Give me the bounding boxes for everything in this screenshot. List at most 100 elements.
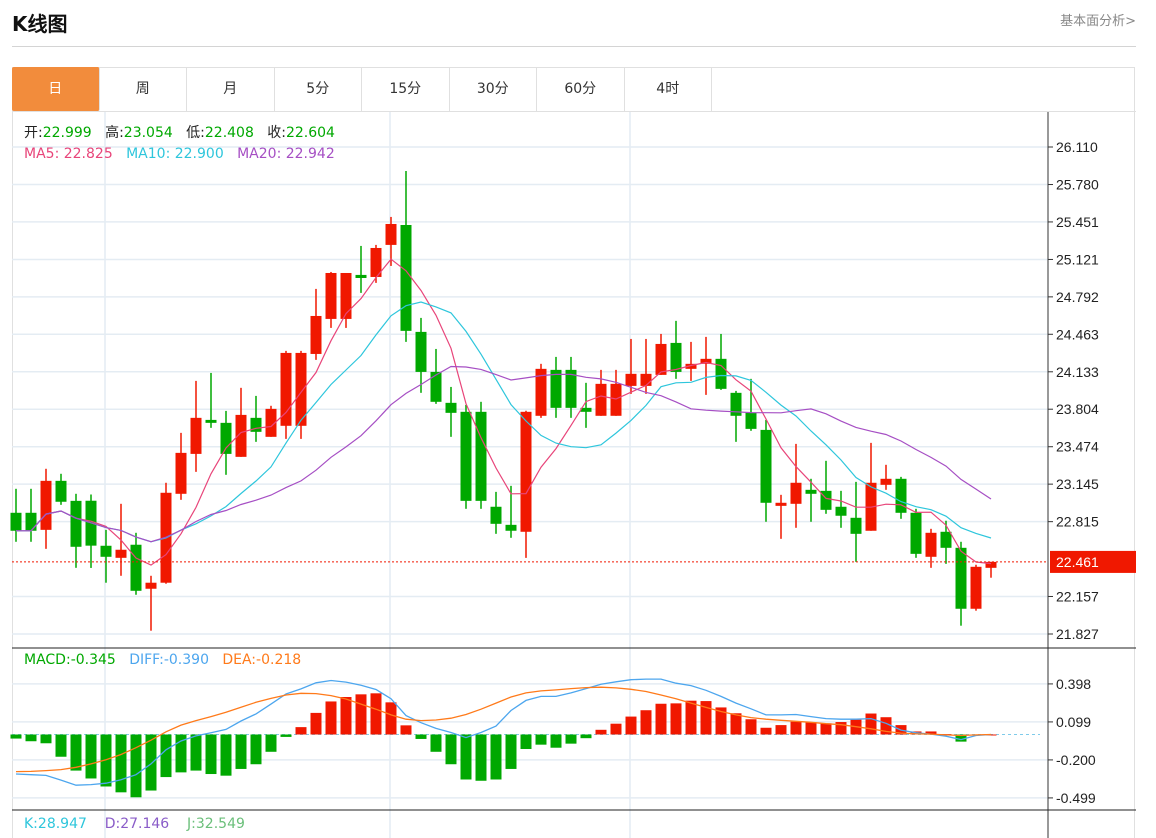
macd-bar [460, 734, 472, 780]
candle-up [970, 566, 982, 609]
macd-bar [250, 734, 262, 765]
macd-bar [595, 729, 607, 735]
candle-down [805, 489, 817, 494]
candle-down [475, 411, 487, 501]
candle-down [400, 225, 412, 331]
price-tick-label: 24.792 [1056, 289, 1099, 305]
macd-bar [640, 710, 652, 735]
macd-bar [520, 734, 532, 749]
candle-up [385, 223, 397, 245]
macd-bar [25, 734, 37, 742]
candle-up [880, 478, 892, 485]
candle-up [775, 502, 787, 506]
macd-bar [745, 719, 757, 735]
macd-bar [805, 722, 817, 735]
price-tick-label: 24.133 [1056, 364, 1099, 380]
price-tick-label: 23.145 [1056, 476, 1099, 492]
macd-bar [550, 734, 562, 748]
high-value: 23.054 [123, 125, 173, 141]
candle-down [955, 547, 967, 609]
candle-up [610, 383, 622, 416]
close-label: 收: [267, 125, 286, 141]
candle-up [280, 352, 292, 426]
candle-down [355, 274, 367, 278]
ma20-label: MA20: [237, 146, 282, 162]
macd-bar [565, 734, 577, 744]
macd-readout: MACD:-0.345 DIFF:-0.390 DEA:-0.218 [24, 652, 301, 668]
price-tick-label: 22.157 [1056, 588, 1099, 604]
candle-up [310, 315, 322, 354]
ma20-value: 22.942 [285, 146, 335, 162]
k-label: K: [24, 816, 38, 832]
candle-down [760, 429, 772, 503]
candle-up [925, 532, 937, 557]
macd-bar [10, 734, 22, 739]
d-value: 27.146 [120, 816, 170, 832]
macd-bar [145, 734, 157, 791]
candle-down [205, 419, 217, 423]
macd-bar [160, 734, 172, 778]
macd-bar [400, 725, 412, 735]
ohlc-readout: 开:22.999 高:23.054 低:22.408 收:22.604 [24, 122, 335, 142]
macd-bar [775, 725, 787, 735]
price-tick-label: 21.827 [1056, 626, 1099, 642]
low-value: 22.408 [204, 125, 254, 141]
macd-label: MACD: [24, 652, 71, 668]
macd-bar [340, 697, 352, 735]
macd-bar [130, 734, 142, 798]
candle-down [670, 342, 682, 372]
candle-down [940, 531, 952, 548]
open-label: 开: [24, 125, 43, 141]
j-label: J: [187, 816, 196, 832]
macd-tick-label: 0.398 [1056, 676, 1091, 692]
macd-bar [265, 734, 277, 752]
candle-down [445, 402, 457, 413]
macd-value: -0.345 [70, 652, 116, 668]
ma5-value: 22.825 [63, 146, 113, 162]
macd-bar [40, 734, 52, 744]
candle-down [55, 480, 67, 502]
macd-bar [235, 734, 247, 769]
price-tick-label: 25.121 [1056, 251, 1099, 267]
candle-down [835, 506, 847, 516]
candle-up [145, 582, 157, 589]
price-tick-label: 25.780 [1056, 177, 1099, 193]
macd-bar [820, 723, 832, 735]
macd-bar [385, 702, 397, 735]
macd-bar [85, 734, 97, 779]
candle-down [505, 524, 517, 531]
ma5-label: MA5: [24, 146, 60, 162]
diff-label: DIFF: [129, 652, 164, 668]
macd-bar [55, 734, 67, 757]
current-price-label: 22.461 [1056, 554, 1099, 570]
candle-up [175, 452, 187, 494]
candle-up [115, 549, 127, 558]
candle-up [520, 411, 532, 532]
macd-bar [370, 693, 382, 735]
candle-down [10, 512, 22, 531]
candle-up [340, 272, 352, 319]
price-tick-label: 23.804 [1056, 401, 1099, 417]
candle-up [190, 417, 202, 454]
macd-bar [760, 727, 772, 735]
macd-tick-label: 0.099 [1056, 714, 1091, 730]
macd-bar [685, 700, 697, 735]
low-label: 低: [186, 125, 205, 141]
dea-label: DEA: [222, 652, 257, 668]
macd-tick-label: -0.499 [1056, 790, 1096, 806]
macd-bar [355, 694, 367, 735]
diff-value: -0.390 [163, 652, 209, 668]
kdj-readout: K:28.947 D:27.146 J:32.549 [24, 816, 245, 832]
macd-bar [310, 712, 322, 735]
candle-up [325, 272, 337, 319]
price-tick-label: 22.815 [1056, 514, 1099, 530]
d-label: D: [104, 816, 121, 832]
macd-bar [625, 716, 637, 735]
close-value: 22.604 [285, 125, 335, 141]
macd-bar [70, 734, 82, 771]
macd-bar [790, 721, 802, 735]
ma-readout: MA5: 22.825 MA10: 22.900 MA20: 22.942 [24, 146, 335, 162]
candle-down [25, 512, 37, 531]
macd-bar [580, 734, 592, 739]
macd-bar [220, 734, 232, 776]
